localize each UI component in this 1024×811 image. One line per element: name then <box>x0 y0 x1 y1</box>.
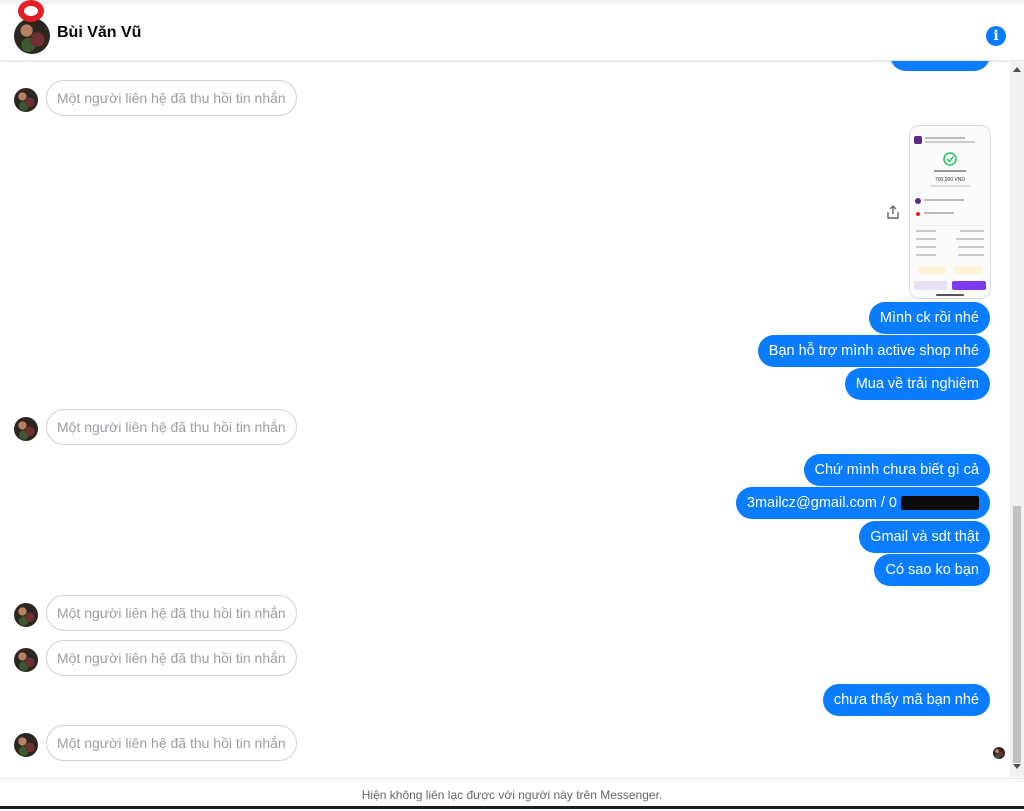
unsent-message-notice: Một người liên hệ đã thu hồi tin nhắn <box>46 725 297 761</box>
outgoing-message[interactable]: chưa thấy mã bạn nhé <box>822 684 990 716</box>
redaction-mark <box>901 496 979 511</box>
sender-avatar[interactable] <box>14 88 38 112</box>
receipt-amount: 700,000 VND <box>935 177 965 183</box>
sender-avatar[interactable] <box>14 733 38 757</box>
share-icon[interactable] <box>886 205 900 219</box>
info-icon[interactable]: i <box>986 26 1006 46</box>
unsent-message-notice: Một người liên hệ đã thu hồi tin nhắn <box>46 80 297 116</box>
sender-avatar[interactable] <box>14 648 38 672</box>
scroll-up-arrow-icon[interactable] <box>1013 67 1021 72</box>
sender-avatar[interactable] <box>14 603 38 627</box>
receipt-preview: 700,000 VND <box>914 136 986 296</box>
outgoing-message[interactable]: Mình ck rồi nhé <box>868 302 990 334</box>
email-text: 3mailcz@gmail.com / 0 <box>746 495 897 511</box>
unsent-message-notice: Một người liên hệ đã thu hồi tin nhắn <box>46 409 297 445</box>
contact-name[interactable]: Bùi Văn Vũ <box>57 24 141 42</box>
recording-indicator-icon <box>18 0 44 22</box>
scroll-down-arrow-icon[interactable] <box>1013 764 1021 769</box>
outgoing-message[interactable]: Gmail và sdt thật <box>859 521 990 553</box>
unsent-message-notice: Một người liên hệ đã thu hồi tin nhắn <box>46 640 297 676</box>
message-list: Một người liên hệ đã thu hồi tin nhắn 70… <box>0 61 1010 777</box>
outgoing-message[interactable]: Bạn hỗ trợ mình active shop nhé <box>757 335 990 367</box>
sender-avatar[interactable] <box>14 417 38 441</box>
payment-receipt-image[interactable]: 700,000 VND <box>909 125 991 299</box>
scrollbar[interactable] <box>1010 61 1024 777</box>
outgoing-message[interactable]: Có sao ko bạn <box>874 554 990 586</box>
message-bubble-partial[interactable] <box>890 61 990 71</box>
conversation-header: Bùi Văn Vũ i <box>0 4 1024 61</box>
outgoing-message-email[interactable]: 3mailcz@gmail.com / 0 <box>735 487 990 519</box>
contact-avatar[interactable] <box>14 18 50 54</box>
outgoing-message[interactable]: Mua về trải nghiệm <box>844 368 990 400</box>
seen-indicator-avatar <box>993 747 1005 759</box>
unsent-message-notice: Một người liên hệ đã thu hồi tin nhắn <box>46 595 297 631</box>
outgoing-message[interactable]: Chứ mình chưa biết gì cả <box>803 454 990 486</box>
scrollbar-thumb[interactable] <box>1013 506 1021 763</box>
